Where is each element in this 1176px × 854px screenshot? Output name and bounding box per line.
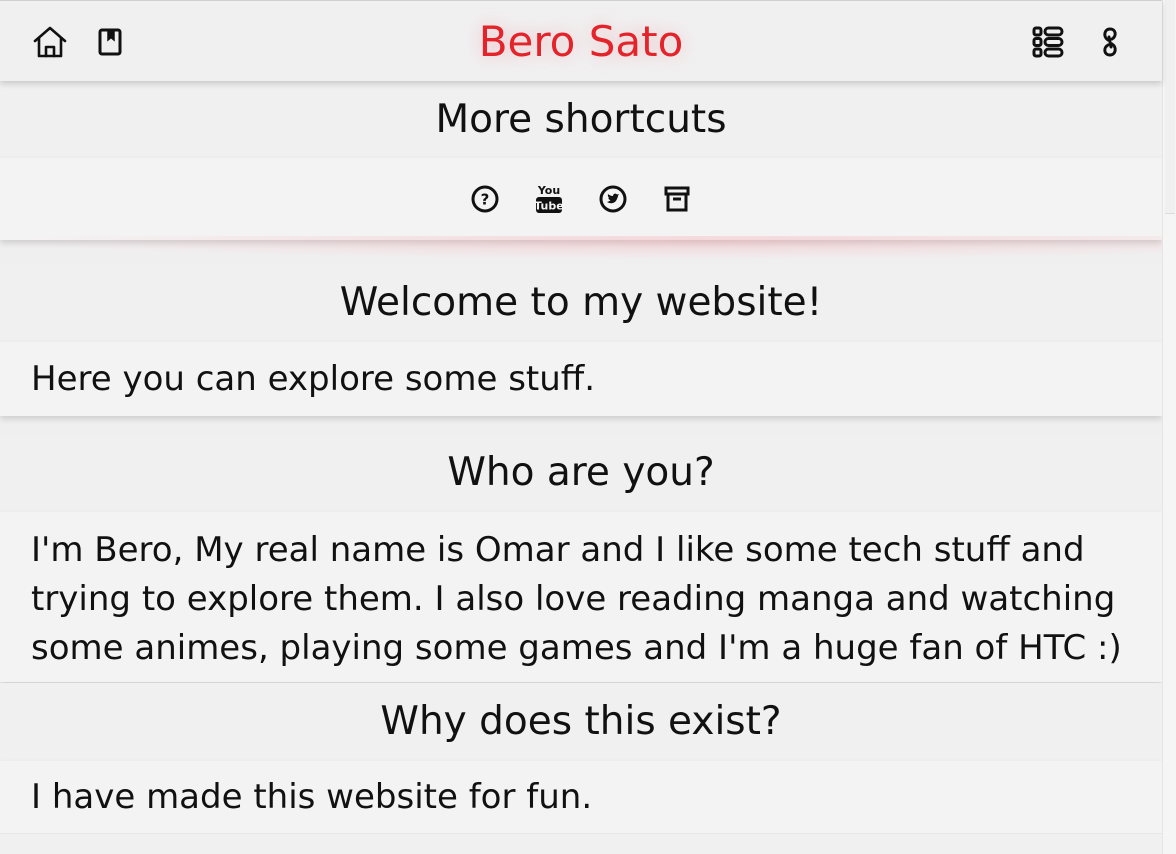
scrollbar-thumb[interactable] [1165, 0, 1175, 214]
help-circle-icon[interactable]: ? [466, 180, 504, 218]
svg-text:?: ? [481, 191, 490, 209]
svg-text:Tube: Tube [534, 200, 563, 213]
who-heading: Who are you? [0, 434, 1162, 512]
page: Bero Sato More shortcuts ? You Tube Welc… [0, 0, 1176, 854]
who-text-line-1: I'm Bero, My real name is Omar and I lik… [31, 530, 1085, 570]
welcome-card: Here you can explore some stuff. [0, 342, 1162, 416]
shortcuts-glow [0, 236, 1162, 260]
site-title[interactable]: Bero Sato [0, 15, 1162, 69]
link-icon[interactable] [1091, 23, 1129, 61]
who-text-line-2: trying to explore them. I also love read… [31, 579, 1116, 619]
top-app-bar: Bero Sato [0, 0, 1162, 81]
twitter-circle-icon[interactable] [594, 180, 632, 218]
who-text-line-3: some animes, playing some games and I'm … [31, 628, 1122, 668]
list-icon[interactable] [1029, 23, 1067, 61]
shortcuts-heading: More shortcuts [0, 82, 1162, 158]
who-card: I'm Bero, My real name is Omar and I lik… [0, 512, 1162, 682]
welcome-heading: Welcome to my website! [0, 264, 1162, 342]
shortcuts-bar: ? You Tube [0, 158, 1162, 240]
scrollbar[interactable] [1162, 0, 1176, 854]
why-card: I have made this website for fun. [0, 761, 1162, 833]
why-text: I have made this website for fun. [31, 777, 593, 817]
next-section-edge [0, 833, 1162, 854]
archive-icon[interactable] [658, 180, 696, 218]
welcome-text: Here you can explore some stuff. [31, 359, 596, 399]
youtube-icon[interactable]: You Tube [530, 180, 568, 218]
why-heading: Why does this exist? [0, 683, 1162, 761]
svg-text:You: You [537, 184, 560, 197]
